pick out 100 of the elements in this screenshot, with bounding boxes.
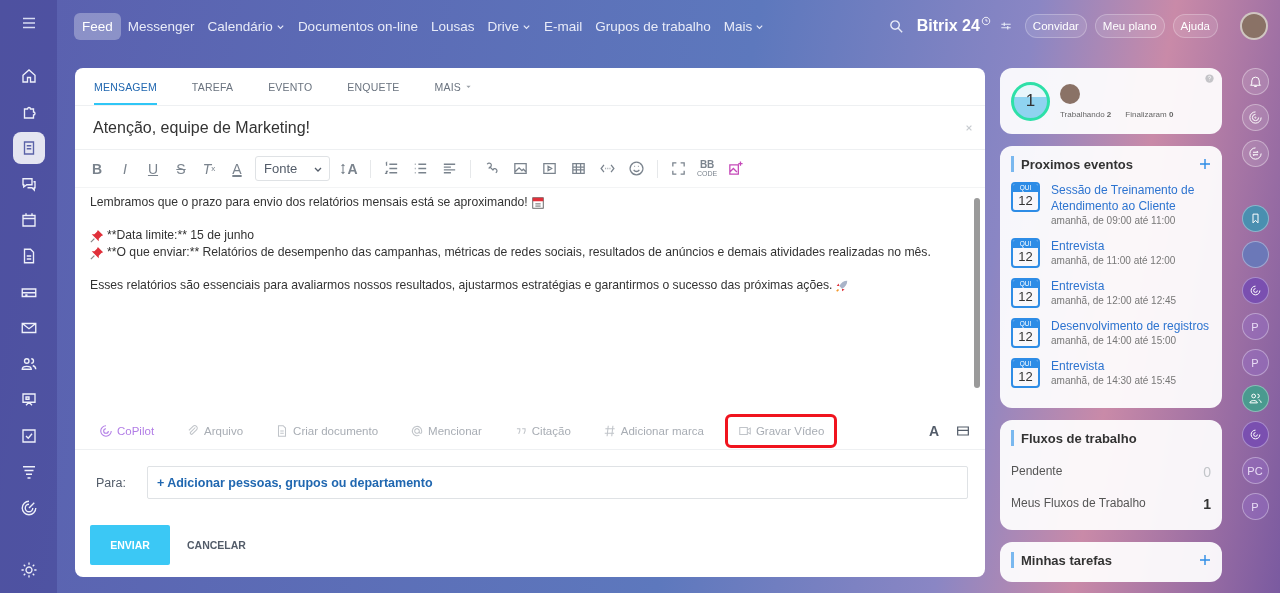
message-title[interactable]: Atenção, equipe de Marketing! bbox=[93, 118, 965, 137]
action-link[interactable]: Gravar Vídeo bbox=[724, 413, 838, 448]
mention-icon bbox=[410, 423, 425, 438]
event-time: amanhã, de 14:30 até 15:45 bbox=[1051, 374, 1177, 388]
plus-icon[interactable] bbox=[1199, 554, 1211, 566]
nav-tab[interactable]: Mais bbox=[717, 12, 771, 40]
contact-avatar[interactable]: P bbox=[1241, 493, 1269, 520]
action-link[interactable]: Criar documento bbox=[264, 414, 390, 447]
format-button[interactable]: U bbox=[143, 160, 163, 177]
composer-tab[interactable]: TAREFA bbox=[191, 68, 269, 105]
action-link[interactable]: Arquivo bbox=[175, 414, 255, 447]
format-button[interactable]: B bbox=[87, 160, 107, 177]
rail-button[interactable] bbox=[1241, 205, 1269, 232]
event-time: amanhã, de 09:00 até 11:00 bbox=[1051, 214, 1177, 228]
message-text: **Data limite:** 15 de junho bbox=[107, 227, 255, 244]
plus-icon[interactable] bbox=[1199, 158, 1211, 170]
sidebar-item[interactable] bbox=[12, 132, 45, 164]
format-button[interactable]: A bbox=[227, 160, 247, 177]
counter-circle[interactable]: 1 bbox=[1011, 81, 1050, 121]
card-title: Proximos eventos bbox=[1021, 156, 1134, 172]
card-title: Fluxos de trabalho bbox=[1021, 430, 1138, 446]
add-recipients-link[interactable]: + Adicionar pessoas, grupos ou departamento bbox=[156, 475, 433, 490]
contact-avatar[interactable]: P bbox=[1241, 349, 1269, 376]
format-button[interactable]: I bbox=[115, 160, 135, 177]
nav-tab[interactable]: E-mail bbox=[538, 12, 589, 40]
smile-icon[interactable] bbox=[628, 160, 645, 177]
avatar[interactable] bbox=[1060, 83, 1080, 104]
composer-tab[interactable]: ENQUETE bbox=[347, 68, 435, 105]
header-button[interactable]: Meu plano bbox=[1094, 14, 1165, 38]
field-label: Para: bbox=[96, 475, 126, 490]
board-icon bbox=[19, 391, 38, 409]
event-link[interactable]: Sessão de Treinamento de Atendimento ao Cliente bbox=[1051, 182, 1211, 214]
image-sparkle-icon[interactable] bbox=[727, 160, 745, 177]
event-link[interactable]: Entrevista bbox=[1051, 358, 1177, 374]
rail-button[interactable] bbox=[1241, 277, 1269, 304]
cancel-button[interactable]: CANCELAR bbox=[181, 538, 252, 552]
workflow-label[interactable]: Pendente bbox=[1011, 464, 1063, 480]
text-style-button[interactable]: A bbox=[928, 422, 939, 439]
avatar[interactable] bbox=[1240, 12, 1268, 40]
up-down-arrow-icon bbox=[340, 162, 347, 175]
image-icon[interactable] bbox=[512, 160, 529, 177]
nav-tab[interactable]: Feed bbox=[74, 12, 121, 40]
chat-icon bbox=[19, 175, 38, 193]
rail-button[interactable] bbox=[1241, 68, 1269, 95]
nav-tab[interactable]: Calendário bbox=[201, 12, 291, 40]
group-icon bbox=[1247, 391, 1263, 406]
message-text: **O que enviar:** Relatórios de desempenho das campanhas, métricas de redes sociais, resultados de anúncios e demais atividades realizadas no mês. bbox=[107, 244, 931, 261]
composer-tab[interactable]: MAIS bbox=[434, 68, 507, 105]
tag-icon bbox=[602, 423, 617, 438]
font-select[interactable]: Fonte bbox=[255, 156, 330, 181]
nav-tab[interactable]: Grupos de trabalho bbox=[589, 12, 717, 40]
event-time: amanhã, de 14:00 até 15:00 bbox=[1051, 334, 1178, 348]
pushpin-icon bbox=[90, 245, 104, 260]
nav-tab[interactable]: Documentos on-line bbox=[291, 12, 424, 40]
action-link[interactable]: Mencionar bbox=[399, 414, 493, 447]
composer-tab[interactable]: EVENTO bbox=[268, 68, 348, 105]
contact-avatar[interactable]: P bbox=[1241, 313, 1269, 340]
workflow-label[interactable]: Meus Fluxos de Trabalho bbox=[1011, 496, 1146, 512]
font-size-button[interactable]: A bbox=[338, 160, 360, 177]
header-button[interactable]: Convidar bbox=[1024, 14, 1087, 38]
pushpin-icon bbox=[90, 228, 104, 243]
copilot-icon bbox=[99, 423, 113, 438]
table-icon[interactable] bbox=[570, 160, 587, 177]
event-link[interactable]: Entrevista bbox=[1051, 238, 1176, 254]
numbered-list-icon[interactable] bbox=[383, 160, 400, 177]
contact-avatar[interactable]: PC bbox=[1241, 457, 1269, 484]
home-icon bbox=[19, 67, 38, 85]
format-button[interactable]: S bbox=[171, 160, 191, 177]
rail-button[interactable] bbox=[1241, 140, 1269, 167]
composer-tab[interactable]: MENSAGEM bbox=[94, 68, 157, 105]
nav-tab[interactable]: Messenger bbox=[121, 12, 201, 40]
message-text: Esses relatórios são essenciais para avaliarmos nossos resultados, ajustarmos estratégias e garantirmos o sucesso das próximas ações. bbox=[90, 277, 833, 294]
rocket-icon bbox=[835, 278, 850, 293]
recipients-field[interactable]: + Adicionar pessoas, grupos ou departamento bbox=[146, 466, 968, 499]
action-link[interactable]: CoPilot bbox=[88, 414, 166, 447]
clock-icon bbox=[980, 16, 991, 26]
card-title: Minhas tarefas bbox=[1021, 552, 1114, 568]
rail-button[interactable] bbox=[1241, 421, 1269, 448]
video-icon[interactable] bbox=[541, 160, 558, 177]
logo[interactable]: Bitrix 24 bbox=[916, 17, 980, 35]
rail-button[interactable] bbox=[1241, 104, 1269, 131]
nav-tab[interactable]: Drive bbox=[481, 12, 537, 40]
spiral-icon bbox=[1247, 427, 1263, 442]
message-text: Lembramos que o prazo para envio dos relatórios mensais está se aproximando! bbox=[90, 194, 528, 211]
working-label: Trabalhando 2 bbox=[1060, 109, 1112, 119]
search-icon[interactable] bbox=[887, 17, 905, 35]
settings-icon[interactable] bbox=[19, 561, 38, 579]
action-link[interactable]: Citação bbox=[502, 414, 582, 447]
rail-button[interactable] bbox=[1241, 385, 1269, 412]
event-time: amanhã, de 12:00 até 12:45 bbox=[1051, 294, 1177, 308]
fullscreen-icon[interactable] bbox=[670, 160, 687, 177]
people-icon bbox=[19, 355, 38, 373]
chat-icon bbox=[1247, 146, 1263, 161]
action-link[interactable]: Adicionar marca bbox=[591, 414, 715, 447]
spiral-icon bbox=[1247, 283, 1263, 298]
nav-tab[interactable]: Lousas bbox=[424, 12, 481, 40]
event-link[interactable]: Desenvolvimento de registros bbox=[1051, 318, 1210, 334]
target-icon bbox=[19, 499, 38, 517]
event-link[interactable]: Entrevista bbox=[1051, 278, 1177, 294]
header-button[interactable]: Ajuda bbox=[1172, 14, 1218, 38]
